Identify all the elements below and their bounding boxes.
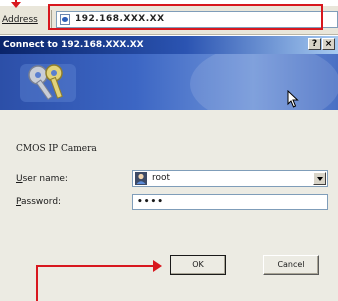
address-label: Address xyxy=(2,15,38,25)
keys-icon xyxy=(20,64,76,102)
callout-arrow-bottom-line xyxy=(36,266,38,301)
cancel-button[interactable]: Cancel xyxy=(263,255,319,275)
password-input[interactable]: •••• xyxy=(132,194,328,210)
login-dialog: Connect to 192.168.XXX.XX ? × CMOS IP Ca… xyxy=(0,36,338,301)
banner-swirl xyxy=(190,54,338,110)
screenshot-root: Address 192.168.XXX.XX Connect to 192.16… xyxy=(0,0,338,301)
username-label-accel: U xyxy=(16,174,23,184)
dialog-title: Connect to 192.168.XXX.XX xyxy=(3,40,144,50)
callout-arrow-top-icon xyxy=(11,2,21,8)
username-label-rest: ser name: xyxy=(22,174,68,184)
username-combobox[interactable]: root xyxy=(132,170,328,187)
dialog-title-bar[interactable]: Connect to 192.168.XXX.XX ? × xyxy=(0,36,338,54)
dialog-banner xyxy=(0,54,338,110)
help-button[interactable]: ? xyxy=(308,38,321,50)
mouse-cursor-icon xyxy=(287,90,299,108)
ok-button[interactable]: OK xyxy=(170,255,226,275)
close-button[interactable]: × xyxy=(322,38,335,50)
user-icon xyxy=(135,172,147,185)
username-label: User name: xyxy=(16,174,68,184)
callout-arrow-bottom-hline xyxy=(36,265,154,267)
password-label: Password: xyxy=(16,197,61,207)
camera-name: CMOS IP Camera xyxy=(16,144,97,154)
address-highlight-box xyxy=(48,4,323,30)
username-value: root xyxy=(152,173,171,183)
callout-arrow-right-icon xyxy=(153,260,162,272)
chevron-down-icon[interactable] xyxy=(313,172,326,185)
password-label-rest: assword: xyxy=(21,197,62,207)
